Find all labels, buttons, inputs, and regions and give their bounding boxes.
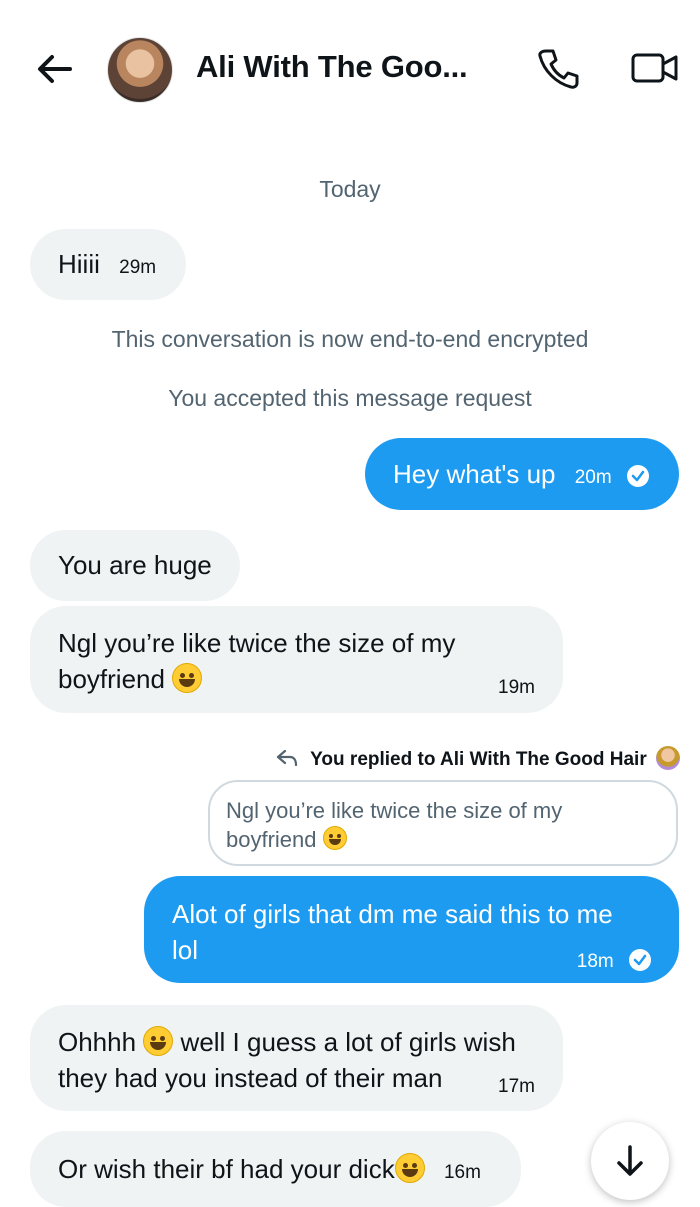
message-time: 19m bbox=[498, 677, 535, 698]
message-bubble-outgoing[interactable]: Hey what's up 20m bbox=[365, 438, 679, 510]
message-time: 20m bbox=[574, 467, 612, 488]
reply-arrow-icon bbox=[277, 749, 298, 767]
message-bubble-incoming[interactable]: Ngl you’re like twice the size of my boy… bbox=[30, 606, 563, 713]
message-meta: 18m bbox=[577, 940, 651, 980]
message-time: 16m bbox=[443, 1162, 481, 1183]
message-bubble-incoming[interactable]: You are huge bbox=[30, 530, 240, 601]
message-bubble-incoming[interactable]: Ohhhh well I guess a lot of girls wish t… bbox=[30, 1005, 563, 1111]
sent-check-icon bbox=[626, 465, 649, 487]
sweat-smile-emoji bbox=[172, 663, 203, 693]
message-bubble-outgoing[interactable]: Alot of girls that dm me said this to me… bbox=[144, 876, 679, 983]
sent-check-icon bbox=[629, 949, 651, 971]
contact-name[interactable]: Ali With The Goo... bbox=[196, 49, 468, 85]
quoted-message[interactable]: Ngl you’re like twice the size of my boy… bbox=[208, 780, 678, 866]
request-accepted-notice: You accepted this message request bbox=[168, 385, 532, 411]
message-text: Hey what's up bbox=[393, 459, 556, 489]
message-text: Or wish their bf had your dick bbox=[58, 1154, 395, 1184]
message-bubble-incoming[interactable]: Or wish their bf had your dick 16m bbox=[30, 1131, 521, 1207]
message-time: 29m bbox=[119, 257, 157, 278]
message-time: 18m bbox=[576, 951, 614, 972]
shushing-face-emoji bbox=[394, 1153, 425, 1183]
message-bubble-incoming[interactable]: Hiiii 29m bbox=[30, 229, 186, 300]
video-icon[interactable] bbox=[630, 50, 680, 86]
message-time: 17m bbox=[498, 1076, 535, 1097]
message-text-line: well I guess a lot of girls wish bbox=[180, 1027, 516, 1057]
quoted-text-line: boyfriend bbox=[226, 827, 317, 852]
quoted-text-line: Ngl you’re like twice the size of my bbox=[226, 798, 563, 823]
phone-icon[interactable] bbox=[535, 45, 581, 91]
message-text-line: they had you instead of their man bbox=[58, 1063, 443, 1093]
message-text-line: Ohhhh bbox=[58, 1027, 137, 1057]
message-text-line: Ngl you’re like twice the size of my bbox=[58, 628, 456, 658]
chat-header: Ali With The Goo... bbox=[0, 0, 700, 135]
message-text-line: boyfriend bbox=[58, 664, 165, 694]
laughing-tears-emoji bbox=[143, 1026, 174, 1056]
arrow-down-icon bbox=[617, 1145, 643, 1176]
person-emoji bbox=[656, 746, 680, 770]
back-arrow-icon[interactable] bbox=[30, 44, 80, 94]
reply-note-text: You replied to Ali With The Good Hair bbox=[310, 749, 647, 770]
message-text: Hiiii bbox=[58, 249, 100, 279]
scroll-to-bottom-button[interactable] bbox=[591, 1122, 669, 1200]
avatar[interactable] bbox=[107, 37, 173, 103]
message-text: You are huge bbox=[58, 550, 212, 580]
reply-context: You replied to Ali With The Good Hair bbox=[275, 746, 680, 771]
encryption-notice: This conversation is now end-to-end encr… bbox=[111, 326, 589, 352]
message-text-line: Alot of girls that dm me said this to me bbox=[172, 899, 613, 929]
sweat-smile-emoji bbox=[322, 826, 347, 850]
day-separator: Today bbox=[319, 176, 381, 202]
